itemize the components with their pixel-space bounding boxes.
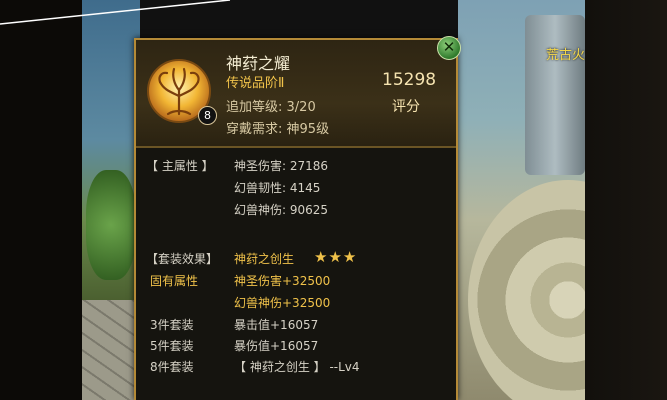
equip-requirement: 穿戴需求: 神95级 xyxy=(226,118,329,137)
upgrade-level-label: 追加等级: xyxy=(226,100,283,115)
item-header: 8 神荮之耀 传说品阶Ⅱ 追加等级: 3/20 穿戴需求: 神95级 15298… xyxy=(136,40,456,146)
set-name: 神荮之创生 xyxy=(234,252,295,266)
close-icon[interactable]: ✕ xyxy=(437,36,461,60)
item-tooltip-panel: 8 神荮之耀 传说品阶Ⅱ 追加等级: 3/20 穿戴需求: 神95级 15298… xyxy=(134,38,458,400)
set-tier-value: 暴伤值+16057 xyxy=(234,339,319,353)
hud-location-text: 荒古火 xyxy=(546,48,586,63)
score-value: 15298 xyxy=(382,70,437,90)
set-tier-value: 【 神荮之创生 】 --Lv4 xyxy=(234,360,360,374)
scene-line xyxy=(0,0,231,25)
equip-requirement-value: 神95级 xyxy=(286,122,330,137)
right-letterbox xyxy=(585,0,667,400)
stone-wall xyxy=(82,300,140,400)
set-tier-value: 暴击值+16057 xyxy=(234,318,319,332)
item-name: 神荮之耀 xyxy=(226,54,291,73)
header-divider xyxy=(136,146,456,148)
inherent-label: 固有属性 xyxy=(150,274,199,288)
stone-pillar xyxy=(525,15,585,175)
enhance-level-badge: 8 xyxy=(198,106,217,125)
upgrade-level-value: 3/20 xyxy=(286,100,316,115)
left-letterbox xyxy=(0,0,82,400)
foliage xyxy=(86,170,136,280)
upgrade-level: 追加等级: 3/20 xyxy=(226,96,316,115)
main-attr-stat: 神圣伤害: 27186 xyxy=(234,159,329,173)
set-tier-label: 3件套装 xyxy=(150,318,194,332)
set-tier-label: 8件套装 xyxy=(150,360,194,374)
set-tier-label: 5件套装 xyxy=(150,339,194,353)
set-stars: ★★★ xyxy=(314,248,358,266)
equip-requirement-label: 穿戴需求: xyxy=(226,122,283,137)
item-grade: 传说品阶Ⅱ xyxy=(226,76,285,91)
main-attr-stat: 幻兽韧性: 4145 xyxy=(234,181,321,195)
set-effect-header: 【套装效果】 xyxy=(146,252,219,266)
inherent-stat: 神圣伤害+32500 xyxy=(234,274,331,288)
main-attr-stat: 幻兽神伤: 90625 xyxy=(234,203,329,217)
score-label: 评分 xyxy=(392,99,420,115)
main-attr-header: 【 主属性 】 xyxy=(146,159,214,173)
inherent-stat: 幻兽神伤+32500 xyxy=(234,296,331,310)
